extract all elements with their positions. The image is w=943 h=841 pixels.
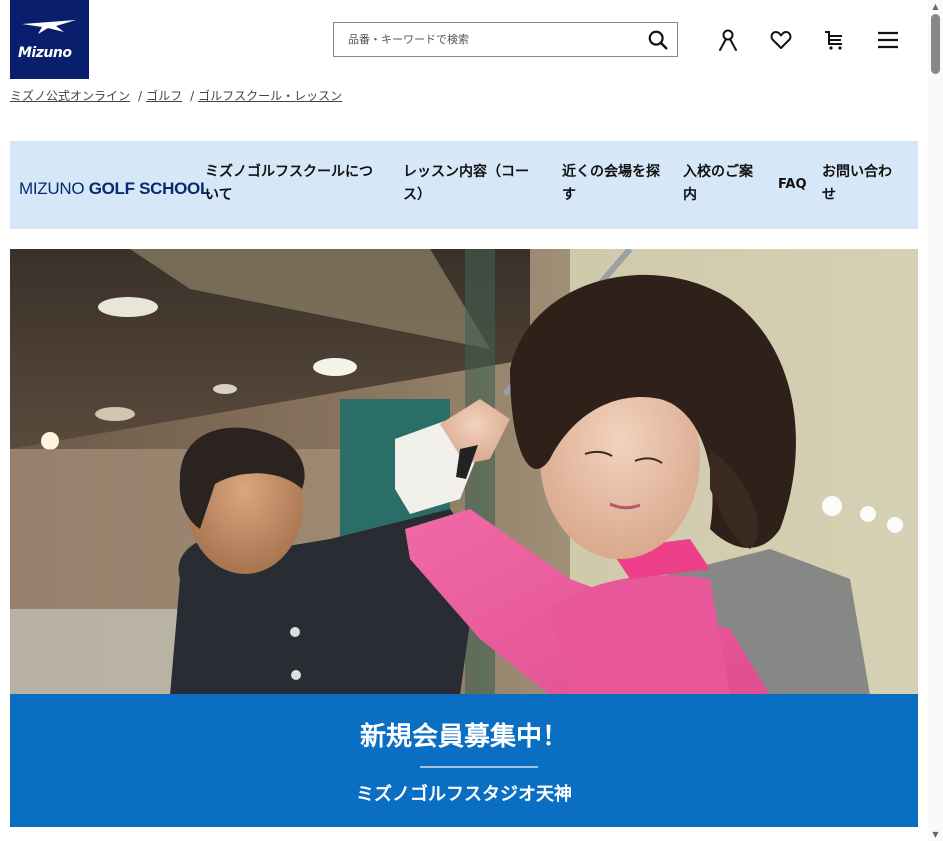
banner-divider [420, 766, 538, 768]
nav-item-find-venue[interactable]: 近くの会場を探 す [562, 161, 660, 207]
nav-item-enrollment[interactable]: 入校のご案 内 [683, 161, 753, 207]
nav-item-line: 内 [683, 187, 697, 203]
breadcrumb-separator: / [190, 89, 195, 103]
banner-subtitle: ミズノゴルフスタジオ天神 [356, 784, 572, 805]
nav-item-line: レッスン内容（コー [403, 164, 529, 180]
heart-icon[interactable] [769, 28, 793, 52]
cart-icon[interactable] [822, 28, 846, 52]
logo-text: Mizuno [18, 45, 72, 61]
nav-item-line: 近くの会場を探 [562, 164, 660, 180]
recruitment-banner[interactable]: 新規会員募集中！ ミズノゴルフスタジオ天神 [10, 694, 918, 827]
search-input[interactable] [334, 23, 634, 56]
breadcrumb-link-home[interactable]: ミズノ公式オンライン [10, 89, 130, 103]
breadcrumb-link-golf[interactable]: ゴルフ [146, 89, 182, 103]
nav-item-contact[interactable]: お問い合わ せ [822, 161, 892, 207]
nav-item-line: いて [205, 187, 233, 203]
nav-item-faq[interactable]: FAQ [778, 173, 807, 196]
nav-item-about[interactable]: ミズノゴルフスクールにつ いて [205, 161, 373, 207]
nav-item-lessons[interactable]: レッスン内容（コー ス） [403, 161, 529, 207]
hero-image [10, 249, 918, 695]
breadcrumb-separator: / [138, 89, 143, 103]
scroll-up-arrow-icon[interactable]: ▲ [931, 2, 940, 11]
brand-light: MIZUNO [19, 179, 85, 198]
breadcrumb-link-golf-school[interactable]: ゴルフスクール・レッスン [198, 89, 342, 103]
nav-item-line: ス） [403, 187, 431, 203]
brand-bold: GOLF SCHOOL [88, 179, 211, 198]
search-icon[interactable] [647, 29, 669, 51]
search-bar [333, 22, 678, 57]
golf-school-nav: MIZUNO GOLF SCHOOL ミズノゴルフスクールにつ いて レッスン内… [10, 141, 918, 229]
nav-item-line: 入校のご案 [683, 164, 753, 180]
scrollbar-thumb[interactable] [931, 14, 940, 74]
nav-item-line: せ [822, 187, 836, 203]
nav-item-line: ミズノゴルフスクールにつ [205, 164, 373, 180]
runbird-logo-icon [22, 20, 76, 34]
breadcrumb: ミズノ公式オンライン / ゴルフ / ゴルフスクール・レッスン [10, 87, 342, 104]
hero-photo-illustration [10, 249, 918, 695]
scroll-down-arrow-icon[interactable]: ▼ [931, 830, 940, 839]
nav-item-line: お問い合わ [822, 164, 892, 180]
scrollbar[interactable]: ▲ ▼ [928, 0, 943, 841]
account-icon[interactable] [716, 28, 740, 52]
golf-school-brand[interactable]: MIZUNO GOLF SCHOOL [19, 179, 210, 199]
nav-item-line: FAQ [778, 177, 807, 192]
menu-icon[interactable] [876, 28, 900, 52]
mizuno-logo[interactable]: Mizuno [10, 0, 89, 79]
banner-title: 新規会員募集中！ [359, 722, 568, 752]
nav-item-line: す [562, 187, 576, 203]
